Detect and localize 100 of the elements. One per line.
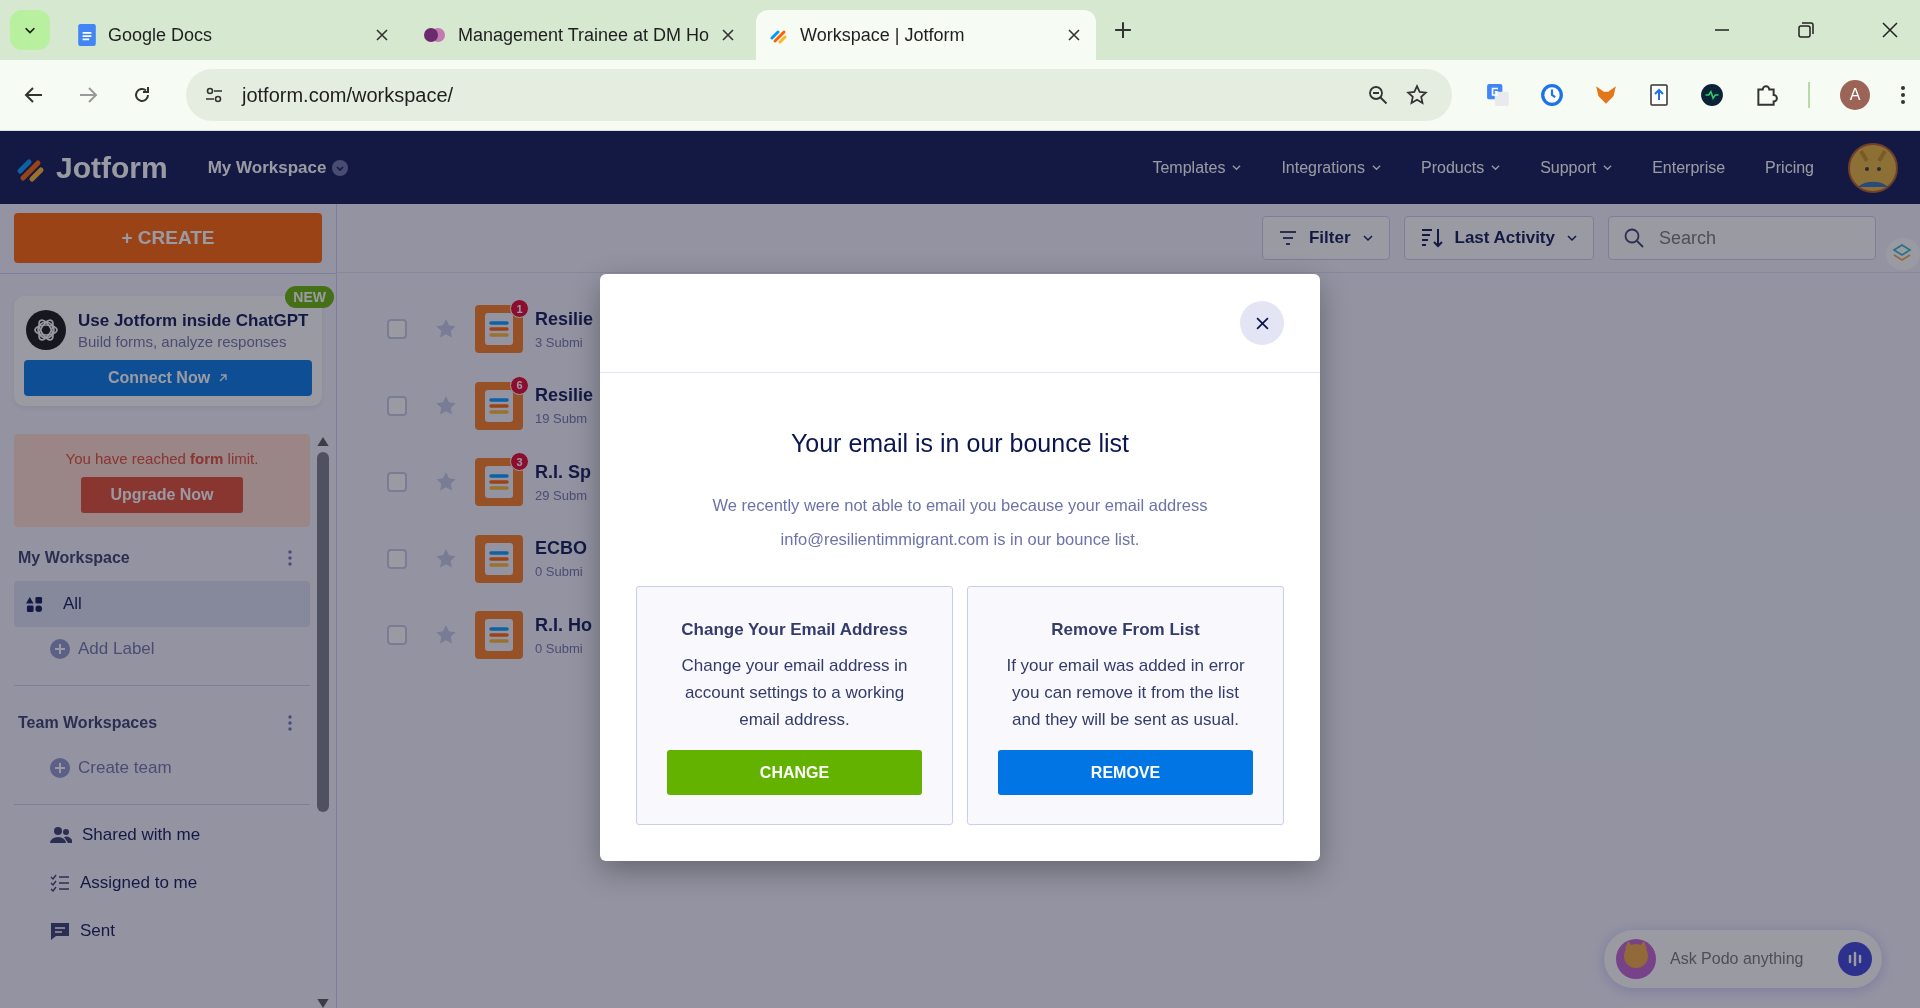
restore-icon[interactable] — [1798, 22, 1814, 38]
form-icon — [475, 611, 523, 660]
mascot-avatar[interactable] — [1848, 142, 1898, 193]
checkbox[interactable] — [387, 395, 407, 416]
star-icon[interactable] — [1406, 84, 1428, 106]
form-title[interactable]: Resilie — [535, 308, 594, 330]
chevron-down-icon — [1362, 233, 1373, 243]
reload-icon[interactable] — [132, 85, 152, 105]
close-icon[interactable] — [1068, 29, 1080, 41]
notification-badge: 3 — [510, 452, 529, 472]
option-text: Change your email address in account settings to a working email address. — [680, 655, 909, 731]
remove-button[interactable]: REMOVE — [998, 750, 1253, 795]
nav-link[interactable]: Pricing — [1765, 158, 1814, 177]
voice-icon[interactable] — [1838, 942, 1872, 976]
clock-icon[interactable] — [1540, 83, 1564, 107]
connect-button[interactable]: Connect Now — [24, 360, 312, 396]
nav-link[interactable]: Enterprise — [1652, 158, 1726, 177]
limit-message: You have reached form limit. — [65, 450, 259, 467]
workspace-item[interactable]: All — [14, 581, 310, 627]
chevron-down-icon — [1232, 163, 1242, 172]
search-field[interactable]: Search — [1608, 216, 1876, 260]
checkbox[interactable] — [387, 625, 407, 646]
form-title[interactable]: R.I. Ho — [535, 614, 592, 636]
nav-link[interactable]: Products — [1421, 158, 1501, 177]
search-icon — [1624, 228, 1644, 248]
puzzle-icon[interactable] — [1754, 83, 1778, 107]
circles-icon — [424, 27, 446, 43]
workspace-menu[interactable]: My Workspace — [201, 156, 355, 179]
form-title[interactable]: R.I. Sp — [535, 461, 591, 483]
form-icon — [475, 534, 523, 583]
checkbox[interactable] — [387, 548, 407, 569]
form-title[interactable]: Resilie — [535, 385, 594, 407]
section-title: Team Workspaces — [18, 714, 158, 732]
plus-circle-icon — [50, 758, 70, 778]
nav-link[interactable]: Integrations — [1281, 158, 1381, 177]
scroll-down-icon[interactable] — [317, 999, 329, 1008]
nav-link[interactable]: Templates — [1152, 158, 1242, 177]
grid-icon — [26, 595, 43, 613]
checkbox[interactable] — [387, 472, 407, 493]
external-arrow-icon — [218, 373, 229, 383]
notification-badge: 6 — [510, 375, 529, 395]
address-bar[interactable]: jotform.com/workspace/ — [186, 69, 1452, 121]
upload-icon[interactable] — [1648, 83, 1670, 107]
nav-link[interactable]: Support — [1540, 158, 1613, 177]
browser-tab[interactable]: Google Docs — [64, 10, 404, 60]
new-tab-icon[interactable] — [1114, 21, 1132, 39]
dialog-title: Your email is in our bounce list — [790, 429, 1130, 458]
checklist-icon — [50, 874, 70, 892]
promo-subtitle: Build forms, analyze responses — [78, 332, 288, 350]
chart-icon[interactable] — [1700, 83, 1724, 107]
browser-tab[interactable]: Management Trainee at DM Ho — [410, 10, 750, 60]
submission-count: 19 Subm — [535, 411, 589, 427]
form-title[interactable]: ECBO — [535, 538, 587, 560]
section-title: My Workspace — [18, 549, 130, 567]
sort-button[interactable]: Last Activity — [1403, 216, 1594, 260]
scroll-up-icon[interactable] — [317, 437, 329, 446]
logo-text[interactable]: Jotform — [56, 150, 168, 185]
chevron-down-icon — [1372, 163, 1381, 172]
people-icon — [50, 826, 72, 844]
assistant-input[interactable]: Ask Podo anything — [1668, 949, 1826, 969]
document-icon — [78, 24, 96, 46]
zoom-out-icon[interactable] — [1368, 85, 1388, 105]
close-icon[interactable] — [1882, 22, 1898, 38]
filter-button[interactable]: Filter — [1261, 216, 1390, 260]
site-settings-icon[interactable] — [204, 85, 224, 105]
sidebar-link[interactable]: Assigned to me — [14, 859, 310, 907]
submission-count: 0 Submi — [535, 564, 584, 580]
chevron-down-icon — [1491, 163, 1501, 172]
option-title: Change Your Email Address — [681, 620, 908, 640]
scrollbar-thumb[interactable] — [317, 452, 329, 812]
new-badge: NEW — [285, 286, 334, 308]
more-icon[interactable] — [1900, 85, 1906, 105]
sidebar-link[interactable]: Sent — [14, 907, 310, 955]
option-title: Remove From List — [1051, 620, 1200, 640]
chevron-down-icon — [1567, 233, 1577, 243]
star-icon[interactable] — [435, 394, 457, 417]
submission-count: 29 Subm — [535, 487, 589, 503]
star-icon[interactable] — [435, 547, 457, 570]
translate-icon[interactable] — [1486, 83, 1510, 107]
profile-avatar[interactable]: A — [1840, 80, 1870, 110]
close-icon — [1255, 316, 1269, 330]
back-icon[interactable] — [24, 85, 44, 105]
close-icon[interactable] — [722, 29, 734, 41]
sidebar-link[interactable]: Shared with me — [14, 811, 310, 859]
url-text: jotform.com/workspace/ — [242, 83, 454, 107]
mascot-avatar — [1616, 939, 1656, 979]
forward-icon[interactable] — [78, 85, 98, 105]
upgrade-button[interactable]: Upgrade Now — [81, 477, 243, 513]
browser-tab[interactable]: Workspace | Jotform — [756, 10, 1096, 60]
promo-title: Use Jotform inside ChatGPT — [78, 310, 309, 331]
chevron-down-icon — [1603, 163, 1613, 172]
plus-circle-icon — [50, 639, 70, 659]
submission-count: 0 Submi — [535, 640, 584, 656]
option-text: If your email was added in error you can remove it from the list and they will be sent as usual. — [1005, 655, 1246, 731]
checkbox[interactable] — [387, 319, 407, 340]
close-icon[interactable] — [376, 29, 388, 41]
dialog-message: We recently were not able to email you because your email address info@resilientimmigrant.com is in our bounce list. — [711, 495, 1209, 550]
notification-badge: 1 — [510, 299, 529, 319]
close-button[interactable] — [1240, 301, 1284, 345]
filter-icon — [1278, 231, 1297, 245]
